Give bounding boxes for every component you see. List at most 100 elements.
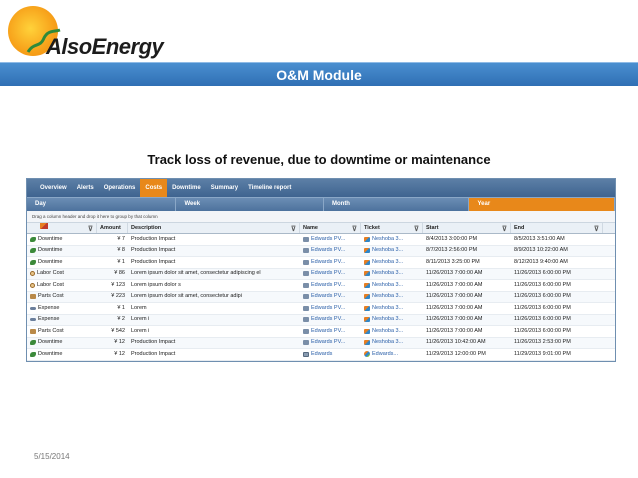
ticket-cell[interactable]: Neshoba 3... (361, 280, 423, 291)
site-link[interactable]: Edwards PV... (311, 338, 345, 349)
ticket-icon (364, 317, 370, 323)
site-link[interactable]: Edwards PV... (311, 269, 345, 280)
ticket-cell[interactable]: Neshoba 3... (361, 326, 423, 337)
site-link[interactable]: Edwards PV... (311, 315, 345, 326)
name-column-header[interactable]: Name ⊽ (300, 223, 361, 233)
ticket-link[interactable]: Neshoba 3... (372, 326, 403, 337)
title-banner: O&M Module (0, 62, 638, 86)
ticket-cell[interactable]: Neshoba 3... (361, 315, 423, 326)
table-row[interactable]: Labor Cost ¥ 86 Lorem ipsum dolor sit amet… (27, 268, 615, 280)
tab-downtime[interactable]: Downtime (167, 179, 206, 197)
filter-icon[interactable]: ⊽ (414, 224, 419, 235)
name-cell[interactable]: Edwards PV... (300, 303, 361, 314)
description-column-header[interactable]: Description ⊽ (128, 223, 300, 233)
start-column-header[interactable]: Start ⊽ (423, 223, 511, 233)
site-link[interactable]: Edwards PV... (311, 326, 345, 337)
ticket-cell[interactable]: Neshoba 3... (361, 234, 423, 245)
period-month[interactable]: Month (324, 198, 470, 211)
table-row[interactable]: Downtime ¥ 8 Production Impact Edwards PV..… (27, 245, 615, 257)
period-week[interactable]: Week (176, 198, 324, 211)
site-link[interactable]: Edwards PV... (311, 280, 345, 291)
category-cell: Parts Cost (27, 326, 97, 337)
ticket-link[interactable]: Neshoba 3... (372, 246, 403, 257)
end-cell: 11/26/2013 2:53:00 PM (514, 339, 571, 346)
filter-icon[interactable]: ⊽ (352, 224, 357, 235)
category-column-header[interactable]: ⊽ (27, 223, 97, 233)
site-icon (303, 340, 309, 346)
filter-icon[interactable]: ⊽ (502, 224, 507, 235)
ticket-link[interactable]: Neshoba 3... (372, 234, 403, 245)
name-cell[interactable]: Edwards PV... (300, 269, 361, 280)
filter-icon[interactable]: ⊽ (88, 224, 93, 235)
tab-costs[interactable]: Costs (140, 179, 168, 197)
site-link[interactable]: Edwards PV... (311, 257, 345, 268)
table-row[interactable]: Downtime ¥ 7 Production Impact Edwards PV..… (27, 234, 615, 246)
end-cell: 11/26/2013 6:00:00 PM (514, 281, 571, 288)
site-icon (303, 271, 309, 277)
ticket-cell[interactable]: Neshoba 3... (361, 246, 423, 257)
ticket-cell[interactable]: Edwards... (361, 349, 423, 360)
tab-timeline-report[interactable]: Timeline report (243, 179, 296, 197)
ticket-link[interactable]: Neshoba 3... (372, 292, 403, 303)
name-cell[interactable]: Edwards PV... (300, 246, 361, 257)
table-row[interactable]: Parts Cost ¥ 542 Lorem i Edwards PV... Nesho… (27, 326, 615, 338)
ticket-link[interactable]: Neshoba 3... (372, 280, 403, 291)
ticket-link[interactable]: Neshoba 3... (372, 269, 403, 280)
ticket-link[interactable]: Neshoba 3... (372, 315, 403, 326)
banner-title: O&M Module (276, 67, 362, 83)
name-cell[interactable]: Edwards PV... (300, 338, 361, 349)
ticket-icon (364, 248, 370, 254)
category-label: Expense (38, 316, 60, 323)
ticket-link[interactable]: Edwards... (372, 349, 398, 360)
table-row[interactable]: Downtime ¥ 12 Production Impact Edwards PV.… (27, 337, 615, 349)
tab-summary[interactable]: Summary (206, 179, 243, 197)
site-link[interactable]: Edwards PV... (311, 234, 345, 245)
category-label: Expense (38, 304, 60, 311)
amount-column-header[interactable]: Amount (97, 223, 128, 233)
period-day[interactable]: Day (27, 198, 177, 211)
ticket-link[interactable]: Neshoba 3... (372, 338, 403, 349)
name-cell[interactable]: Edwards PV... (300, 326, 361, 337)
period-year[interactable]: Year (469, 198, 615, 211)
ticket-cell[interactable]: Neshoba 3... (361, 303, 423, 314)
tab-overview[interactable]: Overview (35, 179, 72, 197)
ticket-cell[interactable]: Neshoba 3... (361, 269, 423, 280)
table-row[interactable]: Expense ¥ 1 Lorem Edwards PV... Neshoba 3...… (27, 303, 615, 315)
ticket-icon (364, 271, 370, 277)
ticket-link[interactable]: Neshoba 3... (372, 257, 403, 268)
description-cell: Lorem ipsum dolor sit amet, consectetur … (131, 270, 261, 277)
name-cell[interactable]: Edwards PV... (300, 292, 361, 303)
site-link[interactable]: Edwards PV... (311, 303, 345, 314)
site-link[interactable]: Edwards (311, 349, 332, 360)
site-link[interactable]: Edwards PV... (311, 292, 345, 303)
table-row[interactable]: Downtime ¥ 12 Production Impact Edwards Edwa… (27, 349, 615, 361)
tab-alerts[interactable]: Alerts (72, 179, 99, 197)
tab-operations[interactable]: Operations (99, 179, 141, 197)
end-cell: 8/12/2013 9:40:00 AM (514, 258, 568, 265)
ticket-column-header[interactable]: Ticket ⊽ (361, 223, 423, 233)
name-cell[interactable]: Edwards PV... (300, 280, 361, 291)
category-cell: Parts Cost (27, 292, 97, 303)
name-cell[interactable]: Edwards PV... (300, 315, 361, 326)
end-column-header[interactable]: End ⊽ (511, 223, 603, 233)
ticket-cell[interactable]: Neshoba 3... (361, 338, 423, 349)
name-cell[interactable]: Edwards (300, 349, 361, 360)
filter-icon[interactable]: ⊽ (291, 224, 296, 235)
table-row[interactable]: Labor Cost ¥ 123 Lorem ipsum dolor s Edward… (27, 280, 615, 292)
category-cell: Labor Cost (27, 280, 97, 291)
end-header-label: End (514, 225, 525, 231)
ticket-icon (364, 351, 370, 358)
table-row[interactable]: Expense ¥ 2 Lorem i Edwards PV... Neshoba 3.… (27, 314, 615, 326)
site-link[interactable]: Edwards PV... (311, 246, 345, 257)
group-by-drop-zone[interactable]: Drag a column header and drop it here to… (27, 211, 615, 223)
ticket-link[interactable]: Neshoba 3... (372, 303, 403, 314)
table-row[interactable]: Parts Cost ¥ 223 Lorem ipsum dolor sit ame… (27, 291, 615, 303)
name-cell[interactable]: Edwards PV... (300, 234, 361, 245)
filter-icon[interactable]: ⊽ (594, 224, 599, 235)
name-cell[interactable]: Edwards PV... (300, 257, 361, 268)
ticket-cell[interactable]: Neshoba 3... (361, 292, 423, 303)
category-cell: Downtime (27, 246, 97, 257)
table-row[interactable]: Downtime ¥ 1 Production Impact Edwards PV..… (27, 257, 615, 269)
amount-cell: ¥ 12 (114, 350, 125, 357)
ticket-cell[interactable]: Neshoba 3... (361, 257, 423, 268)
